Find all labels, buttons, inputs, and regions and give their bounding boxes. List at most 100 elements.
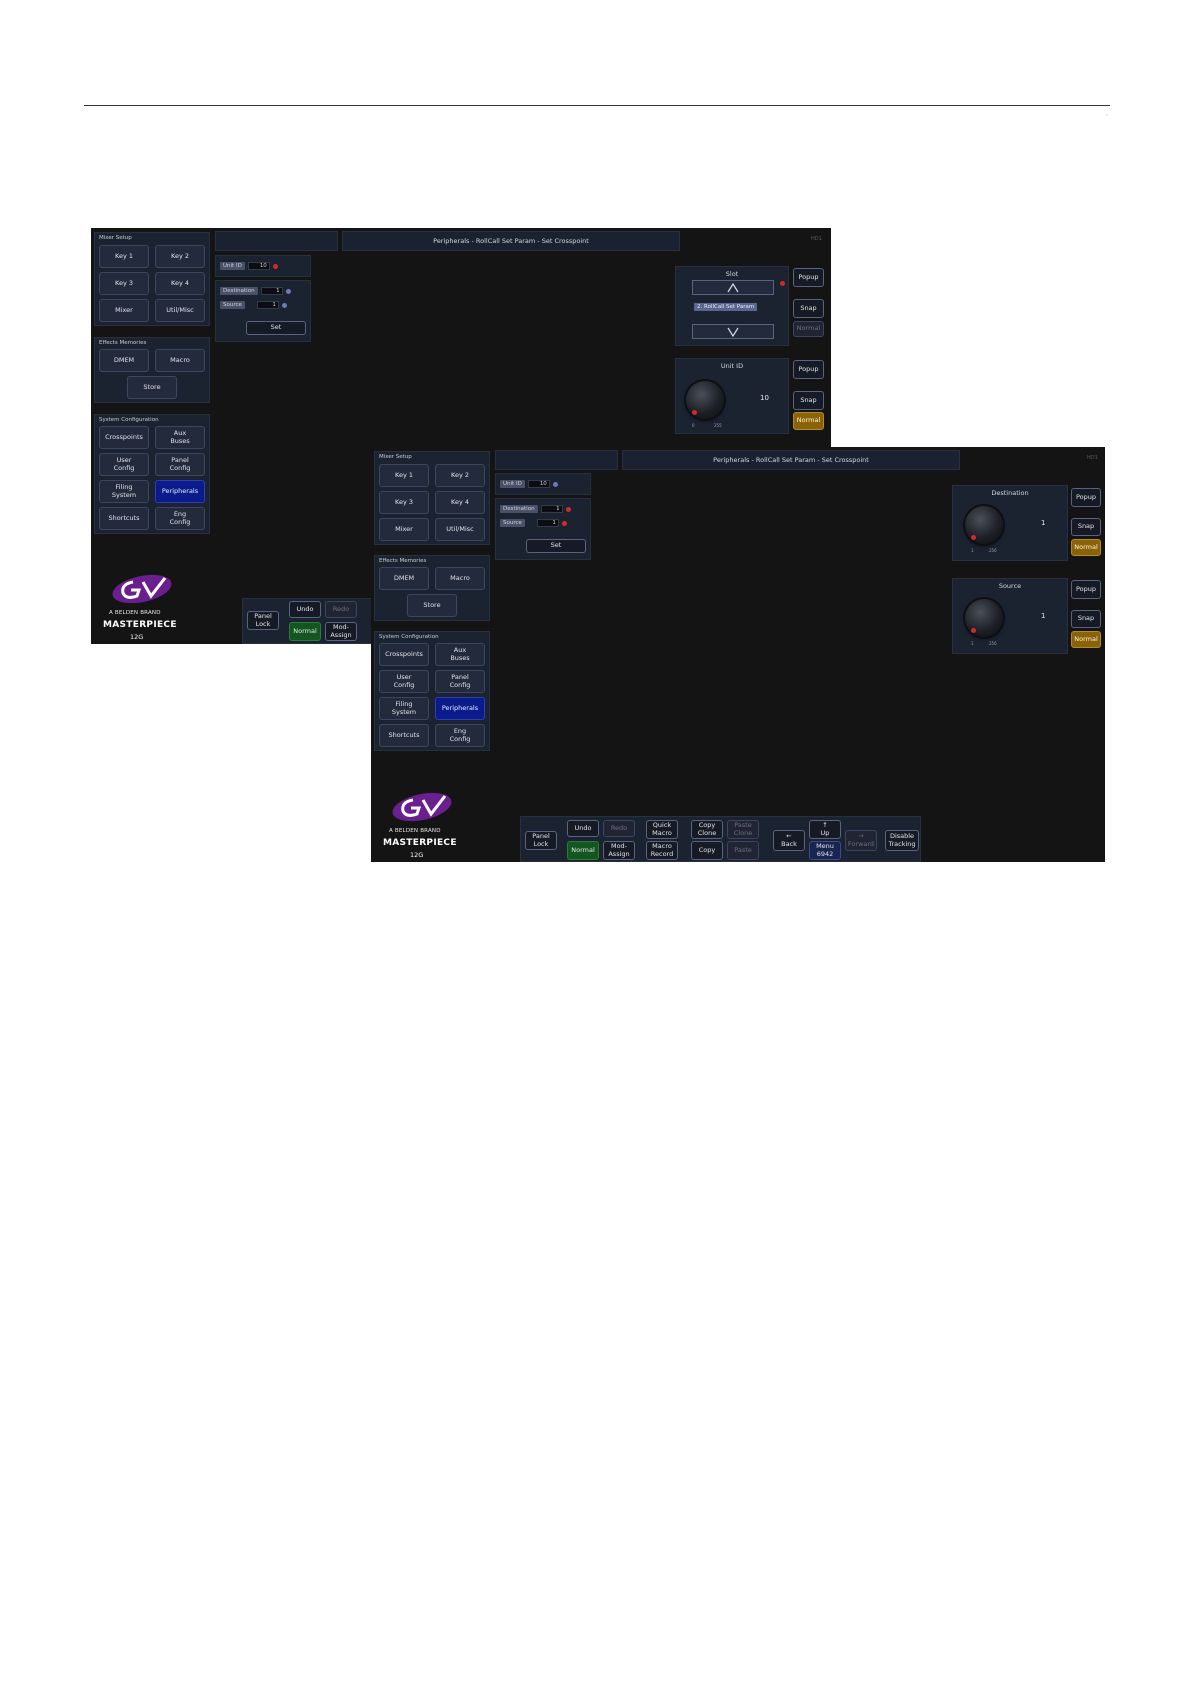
system-config-panel: System Configuration Crosspoints Aux Bus… — [374, 631, 490, 751]
macro-record-button[interactable]: Macro Record — [646, 841, 678, 860]
panel-config-button[interactable]: Panel Config — [435, 670, 485, 693]
destination-popup-button[interactable]: Popup — [1071, 488, 1101, 507]
user-config-button[interactable]: User Config — [379, 670, 429, 693]
slot-normal-button[interactable]: Normal — [793, 321, 824, 337]
key-2-button[interactable]: Key 2 — [155, 245, 205, 268]
aux-buses-button[interactable]: Aux Buses — [435, 643, 485, 666]
unit-id-knob-panel: Unit ID 0 255 10 — [675, 358, 789, 434]
disable-tracking-button[interactable]: Disable Tracking — [885, 830, 919, 851]
crosspoints-button[interactable]: Crosspoints — [379, 643, 429, 666]
unit-id-snap-button[interactable]: Snap — [793, 391, 824, 410]
dmem-button[interactable]: DMEM — [99, 349, 149, 372]
unit-id-indicator-icon — [272, 263, 278, 269]
set-button[interactable]: Set — [526, 539, 586, 553]
copy-button[interactable]: Copy — [691, 841, 723, 860]
destination-field[interactable]: 1 — [260, 287, 283, 295]
forward-button[interactable]: → Forward — [845, 830, 877, 851]
undo-button[interactable]: Undo — [567, 820, 599, 837]
util-misc-button[interactable]: Util/Misc — [155, 299, 205, 322]
source-knob-value: 1 — [1041, 612, 1046, 620]
unit-id-normal-button[interactable]: Normal — [793, 412, 824, 430]
aux-buses-button[interactable]: Aux Buses — [155, 426, 205, 449]
effects-memories-title: Effects Memories — [99, 340, 147, 346]
paste-button[interactable]: Paste — [727, 841, 759, 860]
menu-number-button[interactable]: Menu 6942 — [809, 841, 841, 860]
effects-memories-panel: Effects Memories DMEM Macro Store — [94, 337, 210, 403]
unit-id-field[interactable]: 10 — [527, 480, 550, 488]
slot-up-button[interactable] — [692, 280, 774, 295]
slot-snap-button[interactable]: Snap — [793, 299, 824, 318]
slot-title: Slot — [725, 270, 739, 278]
normal-mode-button[interactable]: Normal — [567, 841, 599, 860]
key-4-button[interactable]: Key 4 — [435, 491, 485, 514]
key-4-button[interactable]: Key 4 — [155, 272, 205, 295]
peripherals-button[interactable]: Peripherals — [155, 480, 205, 503]
back-button[interactable]: ← Back — [773, 830, 805, 851]
filing-system-button[interactable]: Filing System — [99, 480, 149, 503]
panel-lock-button[interactable]: Panel Lock — [525, 831, 557, 850]
set-button[interactable]: Set — [246, 321, 306, 335]
slot-panel: Slot 2. RollCall Set Param — [675, 266, 789, 346]
key-2-button[interactable]: Key 2 — [435, 464, 485, 487]
mixer-button[interactable]: Mixer — [379, 518, 429, 541]
store-button[interactable]: Store — [127, 376, 177, 399]
source-field[interactable]: 1 — [536, 519, 559, 527]
mod-assign-button[interactable]: Mod- Assign — [325, 622, 357, 641]
filing-system-button[interactable]: Filing System — [379, 697, 429, 720]
key-3-button[interactable]: Key 3 — [379, 491, 429, 514]
shortcuts-button[interactable]: Shortcuts — [99, 507, 149, 530]
source-knob-marker-icon — [971, 628, 976, 633]
store-button[interactable]: Store — [407, 594, 457, 617]
unit-id-knob-max: 255 — [714, 423, 722, 428]
undo-button[interactable]: Undo — [289, 601, 321, 618]
key-1-button[interactable]: Key 1 — [99, 245, 149, 268]
page-title: Peripherals - RollCall Set Param - Set C… — [342, 231, 680, 251]
source-snap-button[interactable]: Snap — [1071, 610, 1101, 628]
key-3-button[interactable]: Key 3 — [99, 272, 149, 295]
paste-clone-button[interactable]: Paste Clone — [727, 820, 759, 839]
eng-config-button[interactable]: Eng Config — [155, 507, 205, 530]
unit-id-knob-min: 0 — [692, 423, 695, 428]
key-1-button[interactable]: Key 1 — [379, 464, 429, 487]
destination-field[interactable]: 1 — [540, 505, 563, 513]
destination-knob-value: 1 — [1041, 519, 1046, 527]
up-button[interactable]: ↑ Up — [809, 820, 841, 839]
destination-label: Destination — [500, 505, 538, 513]
panel-lock-button[interactable]: Panel Lock — [247, 611, 279, 630]
unit-id-popup-button[interactable]: Popup — [793, 360, 824, 379]
source-knob-panel: Source 1 256 1 — [952, 578, 1068, 654]
unit-id-field[interactable]: 10 — [247, 262, 270, 270]
peripherals-button[interactable]: Peripherals — [435, 697, 485, 720]
macro-button[interactable]: Macro — [435, 567, 485, 590]
macro-button[interactable]: Macro — [155, 349, 205, 372]
util-misc-button[interactable]: Util/Misc — [435, 518, 485, 541]
slot-down-button[interactable] — [692, 324, 774, 339]
redo-button[interactable]: Redo — [603, 820, 635, 837]
copy-clone-button[interactable]: Copy Clone — [691, 820, 723, 839]
dmem-button[interactable]: DMEM — [379, 567, 429, 590]
normal-mode-button[interactable]: Normal — [289, 622, 321, 641]
shortcuts-button[interactable]: Shortcuts — [379, 724, 429, 747]
eng-config-button[interactable]: Eng Config — [435, 724, 485, 747]
source-field[interactable]: 1 — [256, 301, 279, 309]
mixer-setup-title: Mixer Setup — [99, 235, 132, 241]
slot-selected-item[interactable]: 2. RollCall Set Param — [694, 303, 758, 311]
quick-macro-button[interactable]: Quick Macro — [646, 820, 678, 839]
source-popup-button[interactable]: Popup — [1071, 580, 1101, 599]
mixer-button[interactable]: Mixer — [99, 299, 149, 322]
source-knob-min: 1 — [971, 641, 974, 646]
effects-memories-title: Effects Memories — [379, 558, 427, 564]
destination-snap-button[interactable]: Snap — [1071, 518, 1101, 536]
redo-button[interactable]: Redo — [325, 601, 357, 618]
chevron-up-icon — [727, 282, 739, 292]
user-config-button[interactable]: User Config — [99, 453, 149, 476]
crosspoints-button[interactable]: Crosspoints — [99, 426, 149, 449]
mod-assign-button[interactable]: Mod- Assign — [603, 841, 635, 860]
effects-memories-panel: Effects Memories DMEM Macro Store — [374, 555, 490, 621]
source-normal-button[interactable]: Normal — [1071, 631, 1101, 648]
slot-popup-button[interactable]: Popup — [793, 268, 824, 287]
destination-normal-button[interactable]: Normal — [1071, 539, 1101, 556]
unit-id-param-panel: Unit ID 10 — [495, 473, 591, 495]
panel-config-button[interactable]: Panel Config — [155, 453, 205, 476]
system-config-title: System Configuration — [379, 634, 439, 640]
